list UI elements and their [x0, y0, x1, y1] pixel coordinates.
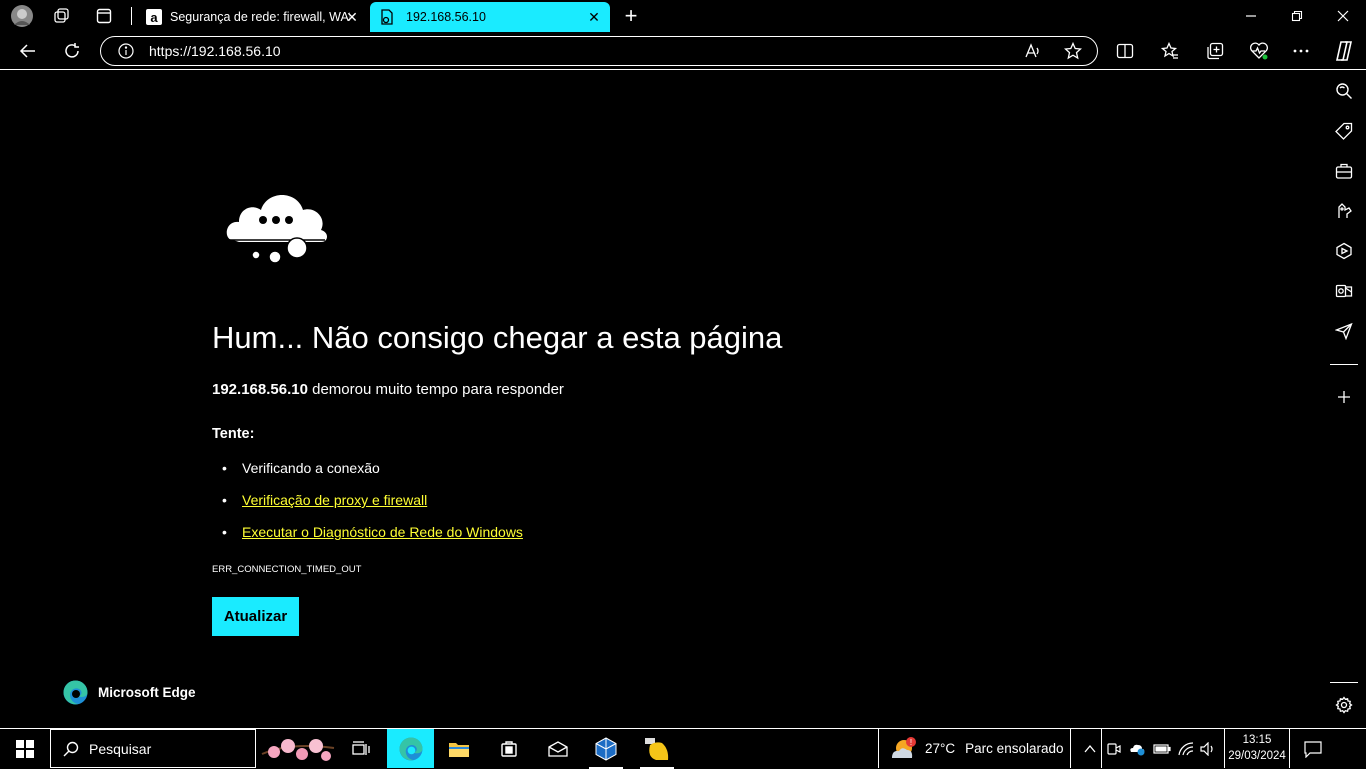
page-error-icon [380, 9, 394, 25]
error-subtitle: 192.168.56.10 demorou muito tempo para r… [212, 381, 564, 398]
try-label: Tente: [212, 426, 255, 442]
network-diagnostics-link[interactable]: Executar o Diagnóstico de Rede do Window… [242, 524, 523, 540]
cherry-blossom-icon[interactable] [258, 731, 338, 767]
workspaces-icon[interactable] [48, 4, 76, 28]
sidebar-divider [1330, 682, 1358, 683]
toolbar: https://192.168.56.10 [0, 32, 1366, 70]
windows-start-icon[interactable] [8, 731, 42, 767]
close-window-icon[interactable] [1320, 0, 1366, 32]
shopping-tag-icon[interactable] [1329, 116, 1359, 146]
edge-logo-icon [63, 680, 88, 705]
split-screen-icon[interactable] [1110, 36, 1140, 66]
tools-briefcase-icon[interactable] [1329, 156, 1359, 186]
tab-strip: a Segurança de rede: firewall, WAF ✕ 192… [0, 0, 1366, 32]
meet-now-icon[interactable] [1104, 731, 1124, 767]
proxy-firewall-link[interactable]: Verificação de proxy e firewall [242, 492, 427, 508]
favorites-icon[interactable] [1155, 36, 1185, 66]
tab-seguranca[interactable]: a Segurança de rede: firewall, WAF ✕ [136, 2, 368, 32]
search-icon[interactable] [1329, 76, 1359, 106]
profile-avatar[interactable] [8, 4, 36, 28]
add-icon[interactable] [1329, 382, 1359, 412]
offline-cloud-icon [225, 186, 329, 266]
error-host: 192.168.56.10 [212, 381, 308, 398]
weather-condition: Parc ensolarado [965, 741, 1064, 756]
info-icon[interactable] [118, 43, 134, 59]
restore-icon[interactable] [1274, 0, 1320, 32]
refresh-button[interactable]: Atualizar [212, 597, 299, 636]
volume-icon[interactable] [1198, 731, 1218, 767]
bullet: • [222, 492, 227, 508]
edge-brand: Microsoft Edge [63, 680, 196, 705]
mail-icon[interactable] [541, 731, 575, 767]
brand-name: Microsoft Edge [98, 685, 196, 700]
clock-time: 13:15 [1242, 734, 1272, 746]
bullet: • [222, 524, 227, 540]
suggestion-text: Verificando a conexão [242, 460, 380, 476]
tab-title: Segurança de rede: firewall, WAF [170, 10, 350, 24]
outlook-icon[interactable] [1329, 276, 1359, 306]
wifi-icon[interactable] [1177, 731, 1197, 767]
games-icon[interactable] [1329, 196, 1359, 226]
atom-a-icon: a [146, 9, 162, 25]
back-icon[interactable] [13, 36, 43, 66]
edge-taskbar-icon[interactable] [387, 729, 434, 768]
minimize-icon[interactable] [1228, 0, 1274, 32]
virtualbox-icon[interactable] [587, 731, 625, 769]
weather-widget[interactable]: ! 27°C Parc ensolarado [878, 729, 1071, 768]
file-explorer-icon[interactable] [442, 731, 476, 767]
close-tab-icon[interactable]: ✕ [344, 9, 360, 25]
weather-partly-sunny-icon: ! [892, 736, 916, 758]
onedrive-sync-icon[interactable] [1127, 731, 1147, 767]
browser-essentials-icon[interactable] [1244, 36, 1274, 66]
clock-date: 29/03/2024 [1228, 750, 1286, 762]
error-message: demorou muito tempo para responder [307, 381, 564, 398]
address-bar[interactable]: https://192.168.56.10 [100, 36, 1098, 66]
taskbar-search[interactable]: Pesquisar [50, 729, 256, 768]
collections-icon[interactable] [1200, 36, 1230, 66]
tab-title: 192.168.56.10 [406, 10, 486, 24]
read-aloud-icon[interactable] [1024, 42, 1042, 60]
tab-actions-icon[interactable] [90, 4, 118, 28]
send-paper-plane-icon[interactable] [1329, 316, 1359, 346]
svg-text:!: ! [910, 738, 912, 747]
task-view-icon[interactable] [344, 731, 378, 767]
weather-temp: 27°C [925, 741, 956, 756]
bullet: • [222, 460, 227, 476]
error-code: ERR_CONNECTION_TIMED_OUT [212, 564, 362, 575]
url-text[interactable]: https://192.168.56.10 [149, 43, 281, 59]
taskbar: Pesquisar ! 27°C Parc ensolarado 13:15 2… [0, 728, 1366, 769]
favorite-star-icon[interactable] [1064, 42, 1082, 60]
tab-active-ip[interactable]: 192.168.56.10 ✕ [370, 2, 610, 32]
battery-icon[interactable] [1152, 731, 1172, 767]
chevron-up-icon[interactable] [1080, 731, 1100, 767]
store-icon[interactable] [492, 731, 526, 767]
copilot-icon[interactable] [1329, 36, 1359, 66]
error-page: Hum... Não consigo chegar a esta página … [0, 71, 1321, 728]
refresh-icon[interactable] [57, 36, 87, 66]
error-heading: Hum... Não consigo chegar a esta página [212, 320, 783, 355]
notifications-icon[interactable] [1298, 731, 1328, 767]
settings-more-icon[interactable] [1286, 36, 1316, 66]
sidebar-divider [1330, 364, 1358, 365]
edge-sidebar [1321, 71, 1366, 728]
system-clock[interactable]: 13:15 29/03/2024 [1224, 729, 1290, 768]
microsoft-365-icon[interactable] [1329, 236, 1359, 266]
gear-icon[interactable] [1329, 690, 1359, 720]
new-tab-button[interactable]: + [617, 3, 645, 28]
search-placeholder: Pesquisar [89, 740, 152, 757]
close-tab-icon[interactable]: ✕ [586, 9, 602, 25]
sticky-app-icon[interactable] [638, 731, 676, 769]
search-icon [63, 741, 79, 756]
